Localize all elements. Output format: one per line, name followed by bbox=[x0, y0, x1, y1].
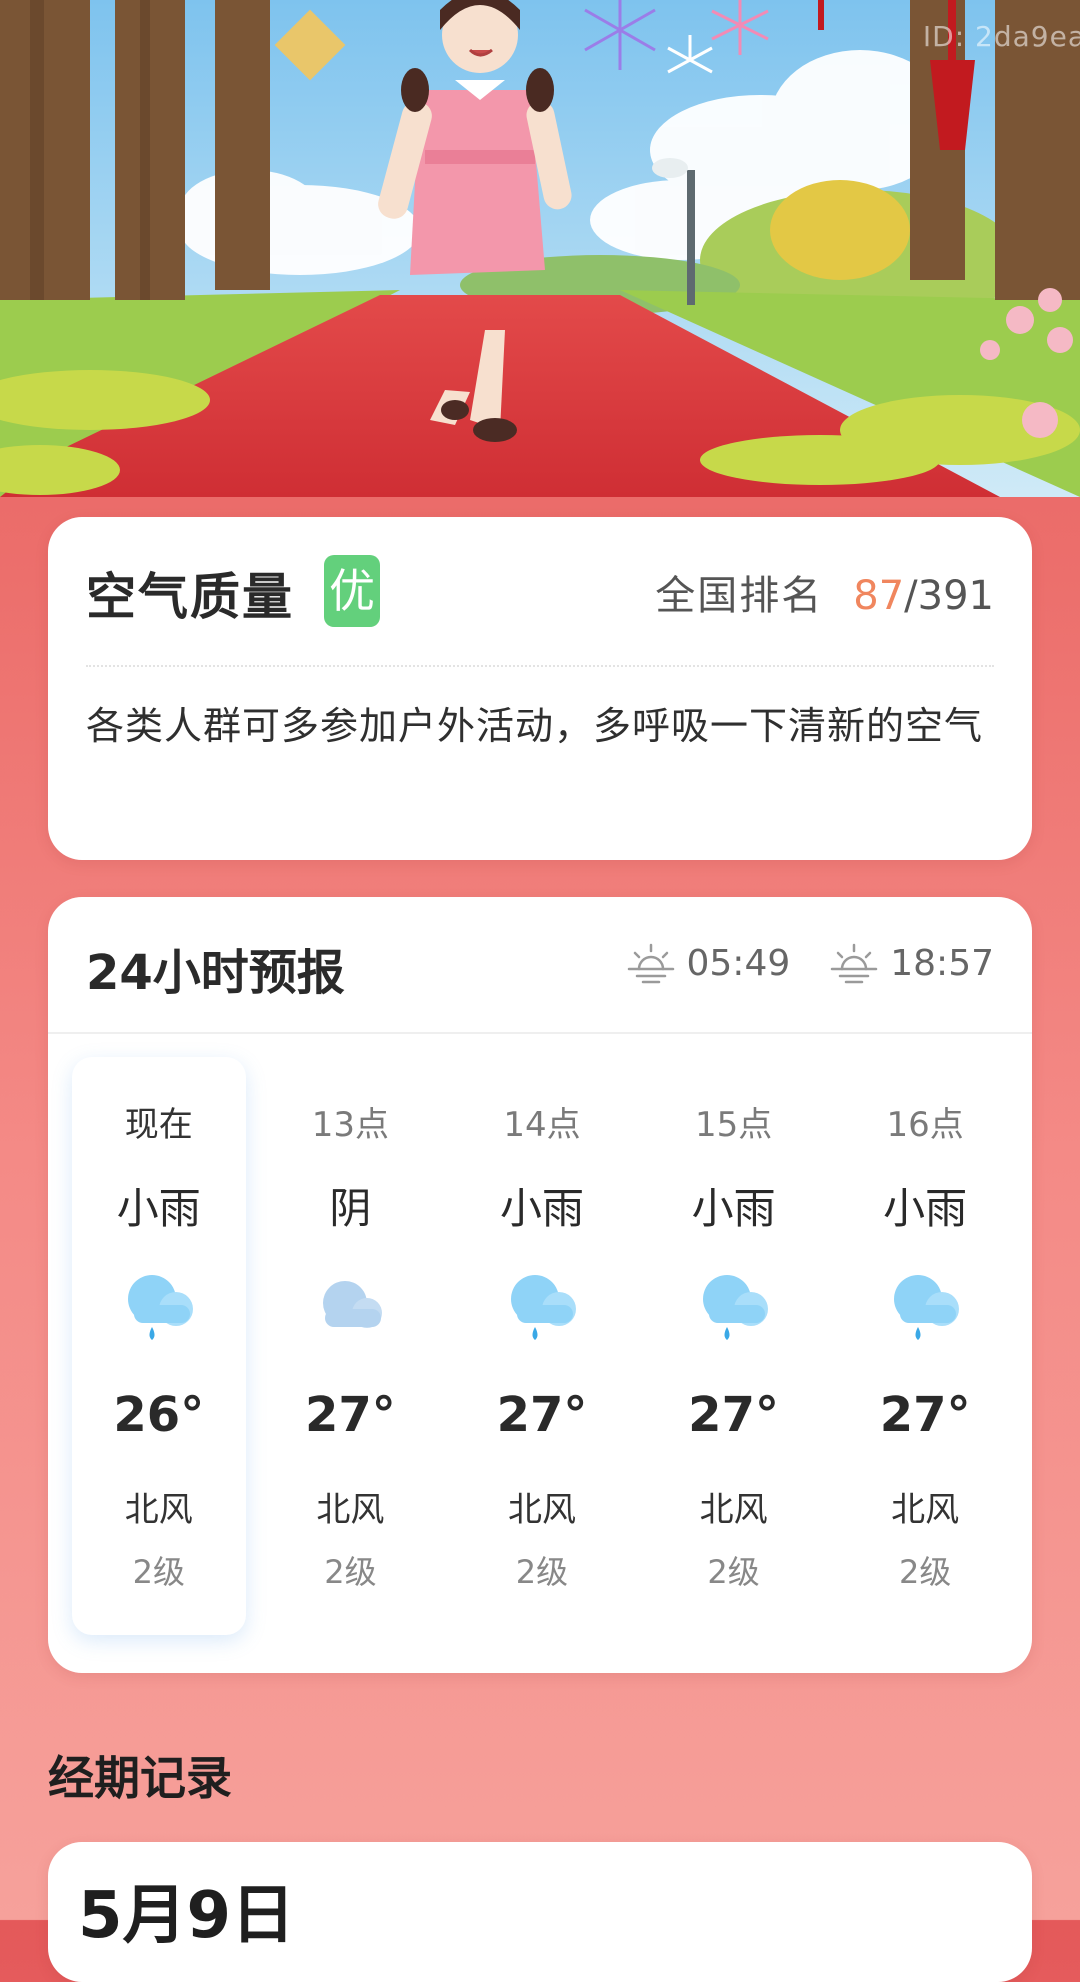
light-rain-icon bbox=[894, 1275, 960, 1340]
hour-item[interactable]: 13点 阴 27° 北风 2级 bbox=[264, 1057, 438, 1635]
divider bbox=[86, 665, 994, 667]
light-rain-icon bbox=[127, 1275, 193, 1340]
hour-time: 16点 bbox=[886, 1105, 964, 1145]
hour-wind-level: 2级 bbox=[324, 1553, 377, 1591]
hour-item[interactable]: 15点 小雨 27° 北风 2级 bbox=[647, 1057, 821, 1635]
hour-temperature: 27° bbox=[688, 1387, 779, 1443]
hour-temperature: 26° bbox=[113, 1387, 205, 1443]
national-rank: 全国排名 87/391 bbox=[655, 563, 994, 621]
air-quality-card[interactable]: 空气质量 优 全国排名 87/391 各类人群可多参加户外活动，多呼吸一下清新的空… bbox=[48, 517, 1032, 860]
sunrise: 05:49 bbox=[627, 941, 791, 985]
air-quality-description: 各类人群可多参加户外活动，多呼吸一下清新的空气 bbox=[86, 704, 984, 748]
hour-item[interactable]: 14点 小雨 27° 北风 2级 bbox=[455, 1057, 629, 1635]
light-rain-icon bbox=[510, 1275, 576, 1340]
rank-total: /391 bbox=[904, 573, 994, 619]
hour-wind-level: 2级 bbox=[707, 1553, 760, 1591]
sun-times: 05:49 18:57 bbox=[627, 941, 994, 985]
sunset-time: 18:57 bbox=[890, 942, 994, 984]
hour-time: 15点 bbox=[694, 1105, 773, 1145]
rank-label: 全国排名 bbox=[655, 573, 824, 619]
hour-condition: 小雨 bbox=[691, 1184, 776, 1233]
hour-condition: 小雨 bbox=[499, 1184, 584, 1233]
air-quality-level-badge: 优 bbox=[324, 555, 380, 627]
hour-item[interactable]: 16点 小雨 27° 北风 2级 bbox=[838, 1057, 1012, 1635]
hour-item-now[interactable]: 现在 小雨 26° 北风 2级 bbox=[72, 1057, 246, 1635]
period-date: 5月9日 bbox=[78, 1879, 296, 1953]
hour-wind-level: 2级 bbox=[898, 1553, 952, 1591]
watermark: ID: 2da9ea bbox=[922, 20, 1080, 53]
hour-temperature: 27° bbox=[496, 1387, 588, 1443]
hourly-list[interactable]: 现在 小雨 26° 北风 2级 13点 阴 27° 北风 2级 14点 小雨 2… bbox=[72, 1057, 1012, 1637]
hero-illustration: ID: 2da9ea bbox=[0, 0, 1080, 497]
hour-wind-direction: 北风 bbox=[699, 1490, 768, 1530]
sunset-icon bbox=[831, 943, 878, 984]
hour-time: 现在 bbox=[124, 1105, 193, 1145]
hour-wind-direction: 北风 bbox=[507, 1490, 576, 1530]
forecast-title: 24小时预报 bbox=[86, 945, 345, 1001]
hour-wind-direction: 北风 bbox=[124, 1490, 193, 1530]
light-rain-icon bbox=[702, 1275, 768, 1340]
hour-wind-direction: 北风 bbox=[891, 1490, 960, 1530]
divider bbox=[48, 1032, 1032, 1034]
hour-condition: 阴 bbox=[329, 1184, 372, 1233]
period-section-title: 经期记录 bbox=[48, 1751, 232, 1805]
hour-condition: 小雨 bbox=[883, 1184, 968, 1233]
hour-time: 14点 bbox=[503, 1105, 581, 1145]
hourly-forecast-card: 24小时预报 05:49 18:57 现在 小雨 26° 北风 2级 13点 阴… bbox=[48, 897, 1032, 1673]
hour-wind-level: 2级 bbox=[132, 1553, 185, 1591]
hour-temperature: 27° bbox=[879, 1387, 971, 1443]
overcast-icon bbox=[323, 1281, 383, 1328]
period-record-card[interactable]: 5月9日 bbox=[48, 1842, 1032, 1982]
sunrise-icon bbox=[627, 943, 674, 984]
sunset: 18:57 bbox=[830, 941, 994, 985]
hour-time: 13点 bbox=[311, 1105, 390, 1145]
hour-temperature: 27° bbox=[304, 1387, 396, 1443]
hero-scene-image bbox=[0, 0, 1080, 497]
hour-wind-direction: 北风 bbox=[316, 1490, 385, 1530]
rank-value: 87 bbox=[853, 573, 905, 619]
hour-wind-level: 2级 bbox=[515, 1553, 569, 1591]
hour-condition: 小雨 bbox=[116, 1184, 201, 1233]
air-quality-title: 空气质量 bbox=[86, 568, 294, 626]
sunrise-time: 05:49 bbox=[686, 942, 791, 984]
